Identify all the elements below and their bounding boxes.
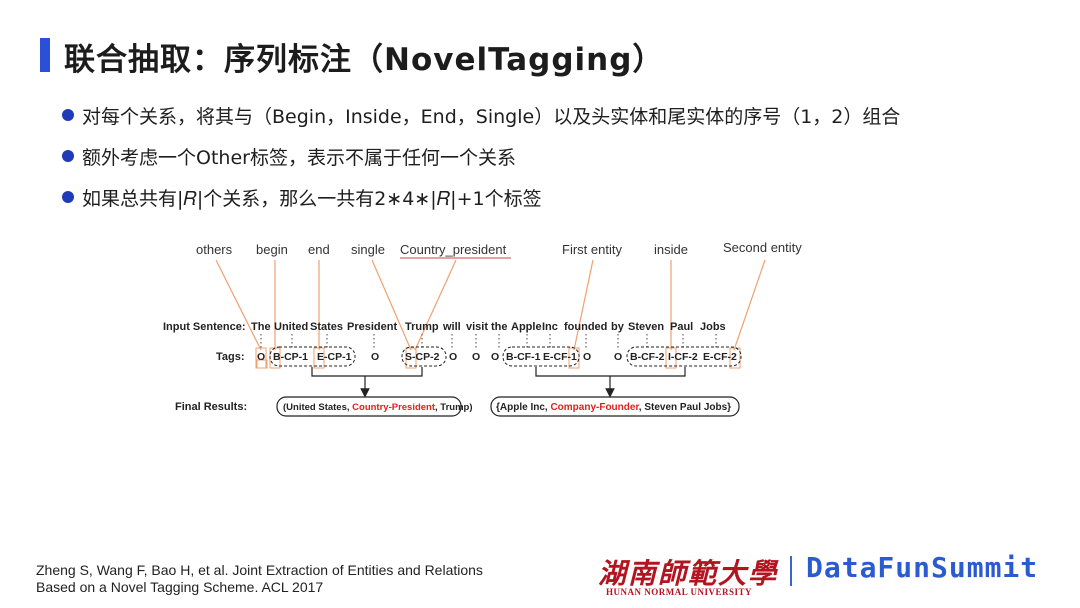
- tag: E-CP-1: [317, 351, 352, 363]
- word: will: [442, 321, 461, 333]
- tag: O: [583, 351, 591, 363]
- logo-separator: [790, 556, 792, 586]
- bullet-dot-icon: [62, 150, 74, 162]
- tag: O: [472, 351, 480, 363]
- final-results-label: Final Results:: [175, 401, 247, 413]
- word: Jobs: [700, 321, 726, 333]
- tag-values: O B-CP-1 E-CP-1 O S-CP-2 O O O B-CF-1 E-…: [257, 351, 737, 363]
- citation: Zheng S, Wang F, Bao H, et al. Joint Ext…: [36, 562, 483, 596]
- tags-label: Tags:: [216, 351, 245, 363]
- word: The: [251, 321, 271, 333]
- tag: S-CP-2: [405, 351, 440, 363]
- tag: O: [371, 351, 379, 363]
- word: founded: [564, 321, 607, 333]
- label-country-president: Country_president: [400, 242, 507, 257]
- word: Paul: [670, 321, 693, 333]
- result-2-open: {Apple Inc,: [496, 402, 550, 413]
- tag: B-CF-1: [506, 351, 541, 363]
- university-logo-cn: 湖南師範大學: [598, 557, 779, 590]
- citation-line-1: Zheng S, Wang F, Bao H, et al. Joint Ext…: [36, 562, 483, 578]
- university-logo-en: HUNAN NORMAL UNIVERSITY: [606, 587, 753, 597]
- merge-brackets: [311, 367, 686, 398]
- category-labels: others begin end single Country_presiden…: [196, 240, 802, 257]
- word: Steven: [628, 321, 664, 333]
- word: visit: [466, 321, 488, 333]
- label-begin: begin: [256, 242, 288, 257]
- bullet-text: 如果总共有|𝑅|个关系，那么一共有2∗4∗|𝑅|+1个标签: [82, 188, 542, 210]
- bullet-text: 额外考虑一个Other标签，表示不属于任何一个关系: [82, 147, 516, 169]
- tag: O: [449, 351, 457, 363]
- tagging-scheme-figure: others begin end single Country_presiden…: [160, 238, 820, 428]
- word: United: [274, 321, 308, 333]
- label-first-entity: First entity: [562, 242, 622, 257]
- sentence-words: The United States President Trump will v…: [251, 321, 726, 333]
- word: States: [310, 321, 343, 333]
- tag: O: [257, 351, 265, 363]
- bullet-dot-icon: [62, 191, 74, 203]
- word: President: [347, 321, 397, 333]
- tag: B-CF-2: [630, 351, 665, 363]
- dotted-connectors: [260, 334, 717, 348]
- result-2-relation: Company-Founder: [550, 402, 639, 413]
- tagging-diagram: others begin end single Country_presiden…: [163, 240, 802, 417]
- page-title: 联合抽取：序列标注（NovelTagging）: [64, 42, 665, 78]
- bullet-text: 对每个关系，将其与（Begin，Inside，End，Single）以及头实体和…: [82, 106, 901, 128]
- result-2-close: , Steven Paul Jobs}: [639, 402, 731, 413]
- word: the: [491, 321, 508, 333]
- label-end: end: [308, 242, 330, 257]
- tag: I-CF-2: [668, 351, 698, 363]
- input-sentence-label: Input Sentence:: [163, 321, 246, 333]
- result-1-close: , Trump): [435, 402, 472, 413]
- label-single: single: [351, 242, 385, 257]
- label-others: others: [196, 242, 233, 257]
- title-accent-bar: [40, 38, 50, 72]
- bullet-dot-icon: [62, 109, 74, 121]
- word: Inc: [542, 321, 558, 333]
- label-second-entity: Second entity: [723, 240, 802, 255]
- tag: E-CF-2: [703, 351, 737, 363]
- pointer-lines: [215, 259, 766, 351]
- word: Trump: [405, 321, 439, 333]
- citation-line-2: Based on a Novel Tagging Scheme. ACL 201…: [36, 579, 324, 595]
- tag: E-CF-1: [543, 351, 577, 363]
- word: Apple: [511, 321, 542, 333]
- result-1-open: (United States,: [283, 402, 352, 413]
- tag: B-CP-1: [273, 351, 308, 363]
- result-1-relation: Country-President: [352, 402, 436, 413]
- result-2-text: {Apple Inc, Company-Founder, Steven Paul…: [496, 402, 731, 413]
- tag: O: [614, 351, 622, 363]
- tag: O: [491, 351, 499, 363]
- result-1-text: (United States, Country-President, Trump…: [283, 402, 473, 413]
- datafunsummit-logo: DataFunSummit: [806, 551, 1039, 584]
- label-inside: inside: [654, 242, 688, 257]
- word: by: [611, 321, 625, 333]
